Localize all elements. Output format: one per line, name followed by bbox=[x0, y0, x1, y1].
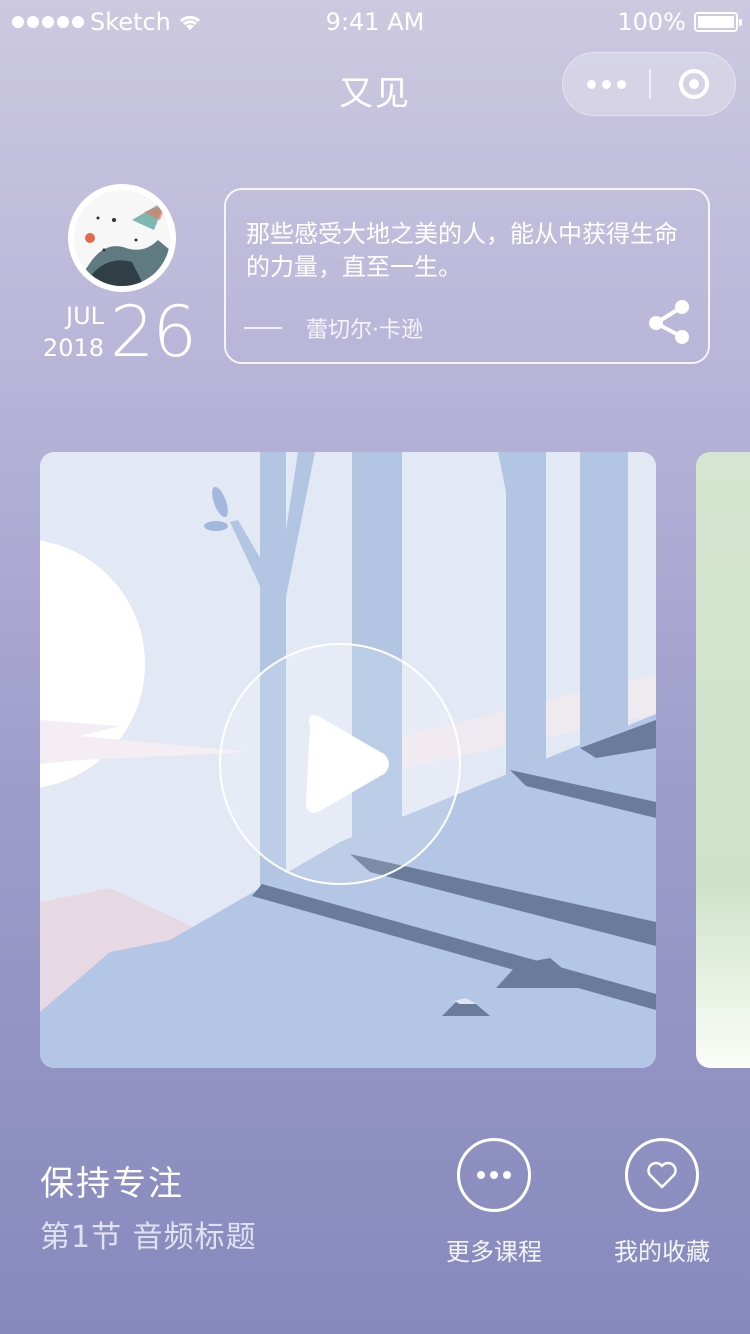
play-button[interactable] bbox=[218, 642, 462, 886]
date-month: JUL bbox=[65, 302, 104, 330]
more-courses-button[interactable]: 更多课程 bbox=[419, 1138, 569, 1267]
quote-text: 那些感受大地之美的人，能从中获得生命的力量，直至一生。 bbox=[246, 220, 678, 281]
capsule-more-button[interactable] bbox=[563, 53, 649, 115]
mini-program-capsule bbox=[562, 52, 736, 116]
favorites-circle[interactable] bbox=[625, 1138, 699, 1212]
battery-label: 100% bbox=[617, 8, 686, 36]
quote-card: 那些感受大地之美的人，能从中获得生命的力量，直至一生。 蕾切尔·卡逊 bbox=[224, 188, 710, 364]
status-bar: Sketch 9:41 AM 100% bbox=[0, 0, 750, 44]
ellipsis-icon bbox=[477, 1171, 511, 1179]
target-icon bbox=[679, 69, 709, 99]
more-courses-circle[interactable] bbox=[457, 1138, 531, 1212]
capsule-close-button[interactable] bbox=[651, 53, 737, 115]
more-courses-label: 更多课程 bbox=[446, 1238, 542, 1266]
avatar-illustration bbox=[74, 190, 170, 286]
course-title: 保持专注 bbox=[40, 1164, 184, 1204]
favorites-button[interactable]: 我的收藏 bbox=[587, 1138, 737, 1267]
heart-icon bbox=[647, 1161, 677, 1189]
ellipsis-icon bbox=[586, 79, 596, 89]
date-day: 26 bbox=[110, 291, 197, 373]
quote-dash bbox=[244, 327, 282, 329]
share-icon[interactable] bbox=[646, 298, 692, 346]
avatar[interactable] bbox=[68, 184, 176, 292]
course-card[interactable] bbox=[40, 452, 656, 1068]
battery-icon bbox=[694, 12, 742, 32]
favorites-label: 我的收藏 bbox=[614, 1238, 710, 1266]
date-year: 2018 bbox=[42, 334, 104, 362]
status-right: 100% bbox=[617, 8, 742, 36]
next-course-card[interactable] bbox=[696, 452, 750, 1068]
course-subtitle: 第1节 音频标题 bbox=[40, 1220, 257, 1255]
quote-author: 蕾切尔·卡逊 bbox=[306, 318, 423, 343]
